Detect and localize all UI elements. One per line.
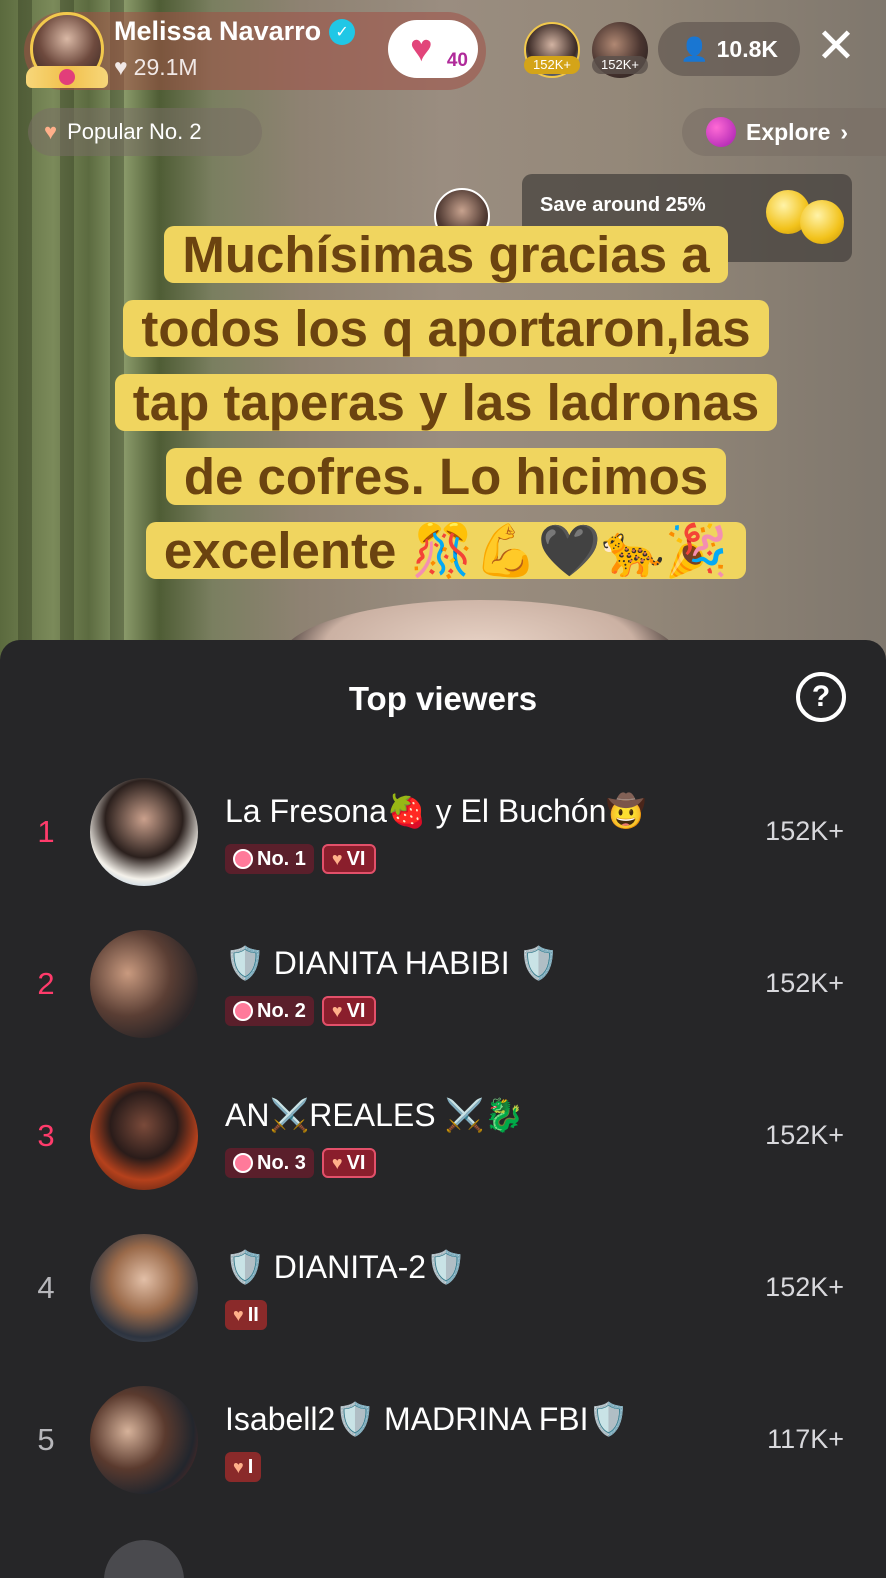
- promo-text: Save around 25%: [540, 194, 706, 216]
- host-name[interactable]: Melissa Navarro ✓: [114, 16, 356, 47]
- viewer-name: 🛡️ DIANITA HABIBI 🛡️: [225, 945, 559, 981]
- viewer-row[interactable]: 3 AN⚔️REALES ⚔️🐉 No. 3 ♥ VI 152K+: [0, 1082, 886, 1234]
- avatar[interactable]: [104, 1540, 184, 1578]
- viewer-row[interactable]: 5 Isabell2🛡️ MADRINA FBI🛡️ ♥ I 117K+: [0, 1386, 886, 1538]
- viewer-name: 🛡️ DIANITA-2🛡️: [225, 1249, 466, 1285]
- top-viewer-badge-2: 152K+: [592, 56, 648, 74]
- rank-badge: No. 2: [225, 996, 314, 1026]
- verified-icon: ✓: [329, 18, 356, 45]
- viewer-score: 152K+: [765, 1272, 844, 1302]
- viewer-rank: 1: [37, 814, 55, 849]
- viewer-rank: 2: [37, 966, 55, 1001]
- top-viewers-sheet: Top viewers ? 1 La Fresona🍓 y El Buchón🤠…: [0, 640, 886, 1578]
- heart-icon: ♥: [331, 1152, 343, 1173]
- help-button[interactable]: ?: [796, 672, 846, 722]
- vip-badge: ♥ VI: [321, 1148, 376, 1178]
- level-badge: ♥ I: [225, 1452, 262, 1482]
- fan-heart-icon: ♥: [410, 28, 433, 70]
- caption-line: de cofres. Lo hicimos: [60, 440, 832, 514]
- level-badge: ♥ II: [225, 1300, 267, 1330]
- viewer-score: 117K+: [767, 1424, 844, 1454]
- host-level-wings: [26, 66, 108, 88]
- rank-dot-icon: [233, 1001, 253, 1021]
- popular-rank-pill[interactable]: ♥ Popular No. 2: [28, 108, 262, 156]
- curtain-fold: [18, 0, 32, 660]
- heart-icon: ♥: [44, 119, 58, 144]
- viewer-rank: 3: [37, 1118, 55, 1153]
- fan-club-level: 40: [446, 50, 468, 71]
- heart-icon: ♥: [331, 848, 343, 869]
- person-icon: 👤: [679, 35, 709, 62]
- viewer-row[interactable]: 4 🛡️ DIANITA-2🛡️ ♥ II 152K+: [0, 1234, 886, 1386]
- viewer-count: 10.8K: [716, 35, 778, 62]
- viewer-rank: 5: [37, 1422, 55, 1457]
- badges: ♥ I: [225, 1452, 262, 1482]
- viewer-name: La Fresona🍓 y El Buchón🤠: [225, 793, 647, 829]
- viewer-row[interactable]: 2 🛡️ DIANITA HABIBI 🛡️ No. 2 ♥ VI 152K+: [0, 930, 886, 1082]
- heart-icon: ♥: [331, 1000, 343, 1021]
- host-likes: ♥ 29.1M: [114, 54, 198, 81]
- host-likes-count: 29.1M: [133, 54, 198, 80]
- rank-dot-icon: [233, 849, 253, 869]
- close-button[interactable]: ✕: [814, 22, 858, 72]
- badges: No. 2 ♥ VI: [225, 996, 376, 1026]
- explore-ball-icon: [706, 117, 736, 147]
- rank-dot-icon: [233, 1153, 253, 1173]
- vip-badge: ♥ VI: [321, 844, 376, 874]
- caption-line: tap taperas y las ladronas: [60, 366, 832, 440]
- viewer-score: 152K+: [765, 1120, 844, 1150]
- fan-club-button[interactable]: ♥ 40: [388, 20, 478, 78]
- viewer-count-pill[interactable]: 👤 10.8K: [658, 22, 800, 76]
- caption-overlay: Muchísimas gracias a todos los q aportar…: [60, 218, 832, 588]
- close-icon: ✕: [815, 20, 857, 73]
- top-viewer-badge-1: 152K+: [524, 56, 580, 74]
- viewer-score: 152K+: [765, 968, 844, 998]
- caption-line: todos los q aportaron,las: [60, 292, 832, 366]
- explore-button[interactable]: Explore ›: [682, 108, 886, 156]
- heart-icon: ♥: [114, 54, 128, 80]
- avatar[interactable]: [90, 1234, 198, 1342]
- avatar[interactable]: [90, 1082, 198, 1190]
- caption-line: excelente 🎊💪🖤🐆🎉: [60, 514, 832, 588]
- vip-badge: ♥ VI: [321, 996, 376, 1026]
- explore-label: Explore: [746, 118, 831, 145]
- viewer-rank: 4: [37, 1270, 55, 1305]
- viewer-name: Isabell2🛡️ MADRINA FBI🛡️: [225, 1401, 629, 1437]
- badges: No. 1 ♥ VI: [225, 844, 376, 874]
- rank-badge: No. 3: [225, 1148, 314, 1178]
- avatar[interactable]: [90, 930, 198, 1038]
- chevron-right-icon: ›: [840, 118, 849, 145]
- rank-badge: No. 1: [225, 844, 314, 874]
- popular-label: Popular No. 2: [67, 119, 202, 144]
- help-icon: ?: [811, 680, 831, 713]
- heart-icon: ♥: [233, 1304, 244, 1325]
- badges: No. 3 ♥ VI: [225, 1148, 376, 1178]
- caption-line: Muchísimas gracias a: [60, 218, 832, 292]
- viewer-name: AN⚔️REALES ⚔️🐉: [225, 1097, 525, 1133]
- heart-icon: ♥: [233, 1456, 244, 1477]
- viewer-row[interactable]: 1 La Fresona🍓 y El Buchón🤠 No. 1 ♥ VI 152…: [0, 778, 886, 930]
- avatar[interactable]: [90, 778, 198, 886]
- viewer-score: 152K+: [765, 816, 844, 846]
- sheet-title: Top viewers: [348, 680, 538, 717]
- badges: ♥ II: [225, 1300, 267, 1330]
- host-name-text: Melissa Navarro: [114, 16, 322, 46]
- avatar[interactable]: [90, 1386, 198, 1494]
